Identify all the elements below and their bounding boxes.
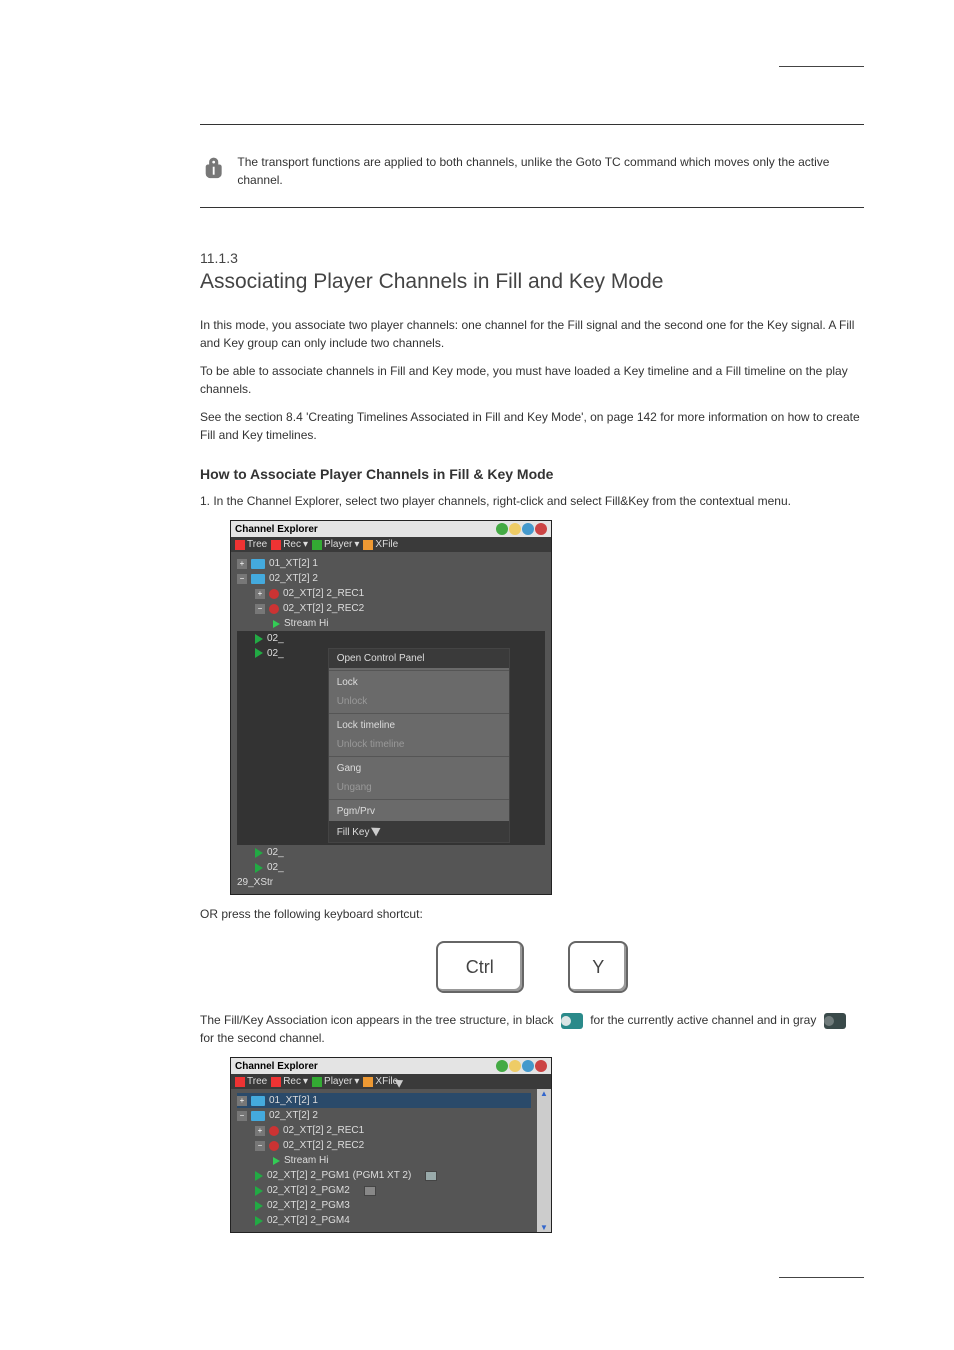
tree-node[interactable]: 02_XT[2] 2_PGM3 bbox=[267, 1200, 350, 1211]
player-icon bbox=[255, 1186, 263, 1196]
expand-icon[interactable]: − bbox=[237, 1111, 247, 1121]
expand-icon[interactable]: + bbox=[255, 1126, 265, 1136]
folder-icon bbox=[251, 559, 265, 569]
tree-node[interactable]: 02_XT[2] 2_REC2 bbox=[283, 1140, 364, 1151]
footer-rule bbox=[779, 1277, 864, 1278]
tb-tree[interactable]: Tree bbox=[235, 1076, 267, 1087]
ctx-pgmprv[interactable]: Pgm/Prv bbox=[329, 802, 509, 821]
note-icon bbox=[200, 155, 227, 183]
tree-node[interactable]: 02_ bbox=[267, 633, 284, 644]
para-intro3: See the section 8.4 'Creating Timelines … bbox=[200, 408, 864, 444]
ctx-gang[interactable]: Gang bbox=[329, 759, 509, 778]
ctx-lock-timeline[interactable]: Lock timeline bbox=[329, 716, 509, 735]
section-title: Associating Player Channels in Fill and … bbox=[200, 270, 864, 294]
tb-tree[interactable]: Tree bbox=[235, 539, 267, 550]
tree-node[interactable]: Stream Hi bbox=[284, 1155, 328, 1166]
tree-node[interactable]: 02_XT[2] 2_REC2 bbox=[283, 603, 364, 614]
ctx-unlock-timeline: Unlock timeline bbox=[329, 735, 509, 754]
para-intro: In this mode, you associate two player c… bbox=[200, 316, 864, 352]
tree-node[interactable]: 02_ bbox=[267, 847, 284, 858]
ce-window-title: Channel Explorer bbox=[235, 1061, 318, 1072]
screenshot-channel-explorer-contextmenu: Channel Explorer Tree Rec▾ Player▾ XFile… bbox=[200, 520, 864, 895]
vertical-scrollbar[interactable]: ▲ ▼ bbox=[537, 1089, 551, 1232]
tree-node[interactable]: 02_XT[2] 2 bbox=[269, 1110, 318, 1121]
ce-window-title: Channel Explorer bbox=[235, 524, 318, 535]
ce-window-controls bbox=[496, 1060, 547, 1072]
tree-node[interactable]: Stream Hi bbox=[284, 618, 328, 629]
expand-icon[interactable]: − bbox=[255, 1141, 265, 1151]
tree-node[interactable]: 02_XT[2] 2_PGM2 bbox=[267, 1185, 350, 1196]
result-text: The Fill/Key Association icon appears in… bbox=[200, 1011, 864, 1047]
screenshot-channel-explorer-result: Channel Explorer Tree Rec▾ Player▾ XFile… bbox=[200, 1057, 864, 1233]
player-icon bbox=[255, 1201, 263, 1211]
expand-icon[interactable]: + bbox=[255, 589, 265, 599]
player-icon bbox=[255, 634, 263, 644]
section-number: 11.1.3 bbox=[200, 250, 864, 266]
player-icon bbox=[255, 1171, 263, 1181]
tb-player[interactable]: Player▾ bbox=[312, 539, 359, 550]
player-icon bbox=[255, 848, 263, 858]
key-ctrl: Ctrl bbox=[436, 941, 524, 993]
tb-rec[interactable]: Rec▾ bbox=[271, 539, 308, 550]
header-rule bbox=[779, 66, 864, 67]
cursor-icon bbox=[372, 824, 384, 837]
fillkey-inactive-icon bbox=[824, 1013, 846, 1029]
expand-icon[interactable]: + bbox=[237, 1096, 247, 1106]
tree-node[interactable]: 29_XStr bbox=[237, 877, 273, 888]
fillkey-key-icon bbox=[364, 1186, 376, 1196]
tree-node[interactable]: 01_XT[2] 1 bbox=[269, 1095, 318, 1106]
fillkey-active-icon bbox=[561, 1013, 583, 1029]
tree-node[interactable]: 02_ bbox=[267, 648, 284, 659]
tree-node[interactable]: 02_XT[2] 2 bbox=[269, 573, 318, 584]
tb-player[interactable]: Player▾ bbox=[312, 1076, 359, 1087]
arrow-icon bbox=[273, 1157, 280, 1165]
arrow-icon bbox=[273, 620, 280, 628]
ctx-lock[interactable]: Lock bbox=[329, 673, 509, 692]
player-icon bbox=[255, 1216, 263, 1226]
tree-node[interactable]: 02_XT[2] 2_PGM1 (PGM1 XT 2) bbox=[267, 1170, 411, 1181]
rec-icon bbox=[269, 1126, 279, 1136]
tb-xfile[interactable]: XFile bbox=[363, 1076, 398, 1087]
para-intro2: To be able to associate channels in Fill… bbox=[200, 362, 864, 398]
expand-icon[interactable]: − bbox=[255, 604, 265, 614]
tb-xfile[interactable]: XFile bbox=[363, 539, 398, 550]
top-rule bbox=[200, 124, 864, 125]
note-text: The transport functions are applied to b… bbox=[237, 153, 864, 189]
rec-icon bbox=[269, 589, 279, 599]
fillkey-fill-icon bbox=[425, 1171, 437, 1181]
folder-icon bbox=[251, 574, 265, 584]
or-text: OR press the following keyboard shortcut… bbox=[200, 905, 864, 923]
expand-icon[interactable]: − bbox=[237, 574, 247, 584]
ce-window-controls bbox=[496, 523, 547, 535]
rec-icon bbox=[269, 604, 279, 614]
scroll-up-icon[interactable]: ▲ bbox=[537, 1089, 551, 1098]
ctx-unlock: Unlock bbox=[329, 692, 509, 711]
tree-node[interactable]: 02_XT[2] 2_REC1 bbox=[283, 1125, 364, 1136]
player-icon bbox=[255, 648, 263, 658]
ctx-fillkey[interactable]: Fill Key bbox=[329, 821, 509, 842]
rec-icon bbox=[269, 1141, 279, 1151]
tree-node[interactable]: 01_XT[2] 1 bbox=[269, 558, 318, 569]
step1: 1. In the Channel Explorer, select two p… bbox=[200, 492, 864, 510]
expand-icon[interactable]: + bbox=[237, 559, 247, 569]
player-icon bbox=[255, 863, 263, 873]
folder-icon bbox=[251, 1111, 265, 1121]
key-y: Y bbox=[568, 941, 628, 993]
ctx-open-panel[interactable]: Open Control Panel bbox=[329, 649, 509, 668]
folder-icon bbox=[251, 1096, 265, 1106]
howto-head: How to Associate Player Channels in Fill… bbox=[200, 466, 864, 482]
context-menu: Open Control Panel Lock Unlock Lock time… bbox=[328, 648, 510, 843]
tree-node[interactable]: 02_XT[2] 2_REC1 bbox=[283, 588, 364, 599]
tree-node[interactable]: 02_ bbox=[267, 862, 284, 873]
ctx-ungang: Ungang bbox=[329, 778, 509, 797]
tree-node[interactable]: 02_XT[2] 2_PGM4 bbox=[267, 1215, 350, 1226]
tb-rec[interactable]: Rec▾ bbox=[271, 1076, 308, 1087]
scroll-down-icon[interactable]: ▼ bbox=[537, 1223, 551, 1232]
